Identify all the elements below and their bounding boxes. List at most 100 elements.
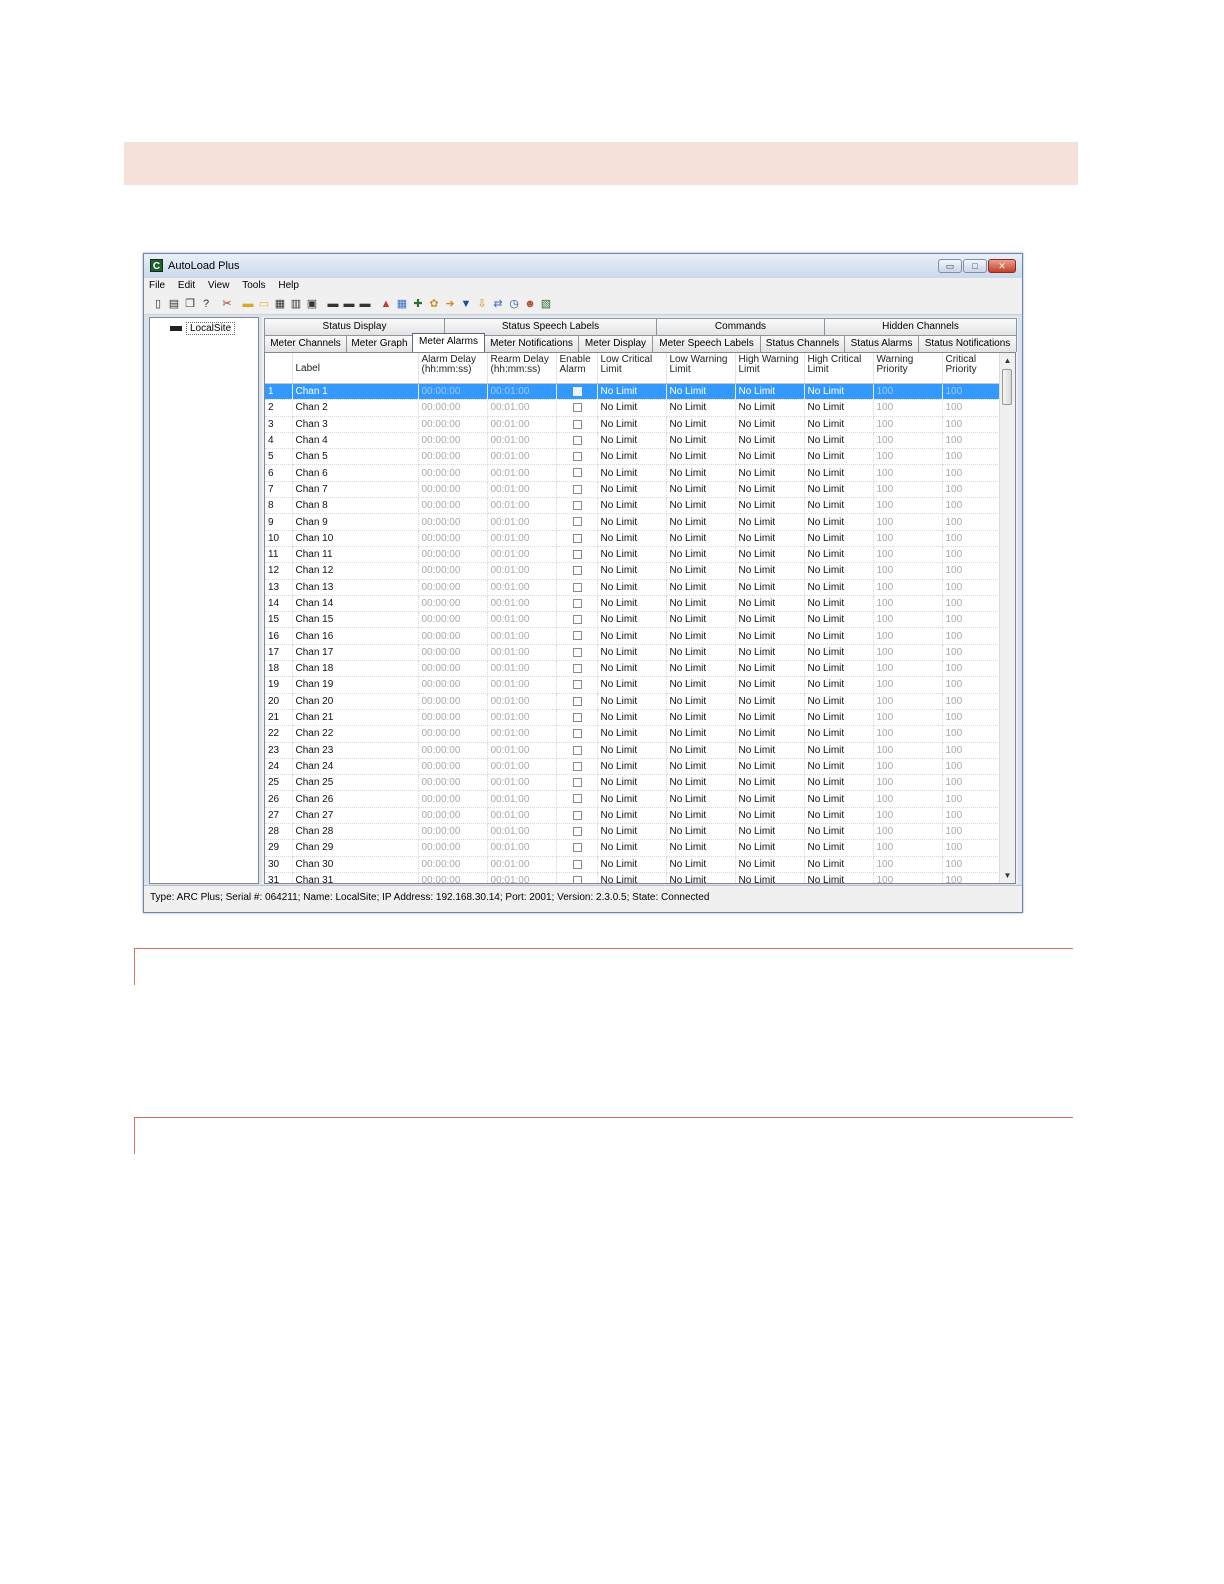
warning-priority-cell[interactable]: 100 (873, 464, 943, 482)
low-warning-cell[interactable]: No Limit (666, 839, 736, 857)
high-warning-cell[interactable]: No Limit (735, 839, 805, 857)
arrow-icon[interactable]: ➜ (444, 298, 456, 310)
high-critical-cell[interactable]: No Limit (804, 839, 874, 857)
alarm-delay-cell[interactable]: 00:00:00 (418, 416, 488, 433)
device-icon[interactable]: ▬ (327, 298, 339, 310)
table-row[interactable]: 12 Chan 12 00:00:00 00:01:00 No Limit No Limi… (265, 562, 1012, 580)
high-warning-cell[interactable]: No Limit (735, 432, 805, 450)
low-critical-cell[interactable]: No Limit (597, 676, 667, 694)
site-tree[interactable]: LocalSite (149, 317, 259, 884)
channel-label[interactable]: Chan 4 (292, 432, 419, 450)
table-row[interactable]: 25 Chan 25 00:00:00 00:01:00 No Limit No Limi… (265, 774, 1012, 792)
channel-label[interactable]: Chan 15 (292, 611, 419, 629)
channel-label[interactable]: Chan 2 (292, 399, 419, 417)
alarm-delay-cell[interactable]: 00:00:00 (418, 742, 488, 759)
alarm-delay-cell[interactable]: 00:00:00 (418, 464, 488, 482)
warning-priority-cell[interactable]: 100 (873, 562, 943, 580)
alarm-delay-cell[interactable]: 00:00:00 (418, 709, 488, 727)
warning-priority-cell[interactable]: 100 (873, 546, 943, 564)
rearm-delay-cell[interactable]: 00:01:00 (487, 676, 557, 694)
high-critical-cell[interactable]: No Limit (804, 611, 874, 629)
low-warning-cell[interactable]: No Limit (666, 530, 736, 547)
alarm-icon[interactable]: ▲ (380, 298, 392, 310)
high-critical-cell[interactable]: No Limit (804, 497, 874, 515)
alarm-delay-cell[interactable]: 00:00:00 (418, 595, 488, 613)
high-warning-cell[interactable]: No Limit (735, 742, 805, 759)
checkbox[interactable] (572, 582, 582, 592)
checkbox[interactable] (572, 403, 582, 413)
filter-icon[interactable]: ▼ (460, 298, 472, 310)
high-warning-cell[interactable]: No Limit (735, 709, 805, 727)
tab-meter-alarms[interactable]: Meter Alarms (412, 333, 485, 352)
clock-icon[interactable]: ◷ (508, 298, 520, 310)
low-critical-cell[interactable]: No Limit (597, 399, 667, 417)
rearm-delay-cell[interactable]: 00:01:00 (487, 807, 557, 825)
high-warning-cell[interactable]: No Limit (735, 562, 805, 580)
alarm-delay-cell[interactable]: 00:00:00 (418, 513, 488, 531)
low-critical-cell[interactable]: No Limit (597, 807, 667, 825)
warning-priority-cell[interactable]: 100 (873, 579, 943, 596)
table-row[interactable]: 30 Chan 30 00:00:00 00:01:00 No Limit No Limi… (265, 856, 1012, 873)
alarm-delay-cell[interactable]: 00:00:00 (418, 774, 488, 792)
table-row[interactable]: 19 Chan 19 00:00:00 00:01:00 No Limit No Limi… (265, 676, 1012, 694)
table-row[interactable]: 3 Chan 3 00:00:00 00:01:00 No Limit No Limit N… (265, 416, 1012, 433)
channel-label[interactable]: Chan 31 (292, 872, 419, 883)
checkbox[interactable] (572, 598, 582, 608)
table-row[interactable]: 4 Chan 4 00:00:00 00:01:00 No Limit No Limit N… (265, 432, 1012, 450)
table-row[interactable]: 18 Chan 18 00:00:00 00:01:00 No Limit No Limi… (265, 660, 1012, 678)
enable-alarm-checkbox[interactable] (556, 611, 598, 629)
checkbox[interactable] (572, 435, 582, 445)
warning-priority-cell[interactable]: 100 (873, 790, 943, 808)
checkbox[interactable] (572, 468, 582, 478)
alarm-delay-cell[interactable]: 00:00:00 (418, 497, 488, 515)
channel-label[interactable]: Chan 13 (292, 579, 419, 596)
rearm-delay-cell[interactable]: 00:01:00 (487, 416, 557, 433)
high-critical-cell[interactable]: No Limit (804, 595, 874, 613)
high-critical-cell[interactable]: No Limit (804, 807, 874, 825)
rearm-delay-cell[interactable]: 00:01:00 (487, 627, 557, 645)
enable-alarm-checkbox[interactable] (556, 464, 598, 482)
alarm-delay-cell[interactable]: 00:00:00 (418, 725, 488, 743)
low-warning-cell[interactable]: No Limit (666, 742, 736, 759)
high-warning-cell[interactable]: No Limit (735, 513, 805, 531)
alarm-delay-cell[interactable]: 00:00:00 (418, 481, 488, 499)
users-icon[interactable]: ☻ (524, 298, 536, 310)
low-warning-cell[interactable]: No Limit (666, 627, 736, 645)
tab-commands[interactable]: Commands (656, 318, 825, 335)
warning-priority-cell[interactable]: 100 (873, 383, 943, 401)
rearm-delay-cell[interactable]: 00:01:00 (487, 856, 557, 873)
enable-alarm-checkbox[interactable] (556, 660, 598, 678)
channel-label[interactable]: Chan 17 (292, 644, 419, 662)
table-row[interactable]: 6 Chan 6 00:00:00 00:01:00 No Limit No Limit N… (265, 464, 1012, 482)
low-critical-cell[interactable]: No Limit (597, 758, 667, 776)
enable-alarm-checkbox[interactable] (556, 856, 598, 873)
low-warning-cell[interactable]: No Limit (666, 432, 736, 450)
channel-label[interactable]: Chan 5 (292, 448, 419, 466)
low-warning-cell[interactable]: No Limit (666, 709, 736, 727)
low-critical-cell[interactable]: No Limit (597, 742, 667, 759)
high-critical-cell[interactable]: No Limit (804, 856, 874, 873)
enable-alarm-checkbox[interactable] (556, 497, 598, 515)
warning-priority-cell[interactable]: 100 (873, 416, 943, 433)
low-critical-cell[interactable]: No Limit (597, 432, 667, 450)
config-icon[interactable]: ✿ (428, 298, 440, 310)
high-warning-cell[interactable]: No Limit (735, 676, 805, 694)
enable-alarm-checkbox[interactable] (556, 595, 598, 613)
checkbox[interactable] (572, 549, 582, 559)
col-header-enable-alarm[interactable]: Enable Alarm (556, 353, 598, 384)
channel-label[interactable]: Chan 7 (292, 481, 419, 499)
enable-alarm-checkbox[interactable] (556, 432, 598, 450)
enable-alarm-checkbox[interactable] (556, 513, 598, 531)
tab-meter-speech-labels[interactable]: Meter Speech Labels (652, 335, 761, 352)
low-warning-cell[interactable]: No Limit (666, 872, 736, 883)
warning-priority-cell[interactable]: 100 (873, 399, 943, 417)
warning-priority-cell[interactable]: 100 (873, 481, 943, 499)
checkbox[interactable] (572, 419, 582, 429)
col-header-high-critical[interactable]: High Critical Limit (804, 353, 874, 384)
high-critical-cell[interactable]: No Limit (804, 481, 874, 499)
download-icon[interactable]: ⇩ (476, 298, 488, 310)
checkbox[interactable] (572, 843, 582, 853)
col-header-low-critical[interactable]: Low Critical Limit (597, 353, 667, 384)
alarm-delay-cell[interactable]: 00:00:00 (418, 383, 488, 401)
high-critical-cell[interactable]: No Limit (804, 725, 874, 743)
